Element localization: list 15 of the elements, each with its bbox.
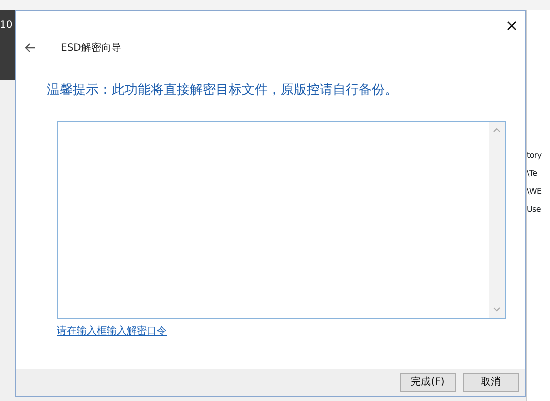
scroll-down-icon[interactable]: [493, 306, 501, 312]
footer-button[interactable]: 取消: [463, 373, 519, 392]
dialog-title: ESD解密向导: [61, 42, 122, 56]
background-text: \WE: [527, 186, 542, 198]
background-text: \Te: [527, 168, 538, 180]
password-input-field[interactable]: [57, 120, 506, 318]
scrollbar[interactable]: [489, 122, 505, 318]
footer-button[interactable]: 完成(F): [400, 373, 456, 392]
hint-link[interactable]: 请在输入框输入解密口令: [57, 324, 167, 338]
back-icon[interactable]: [24, 42, 36, 54]
background-text: Use: [527, 204, 542, 216]
background-text: tory: [527, 150, 542, 162]
notice-text: 温馨提示：此功能将直接解密目标文件，原版控请自行备份。: [47, 82, 399, 100]
window-label: 10: [0, 20, 13, 31]
scroll-up-icon[interactable]: [493, 128, 501, 132]
